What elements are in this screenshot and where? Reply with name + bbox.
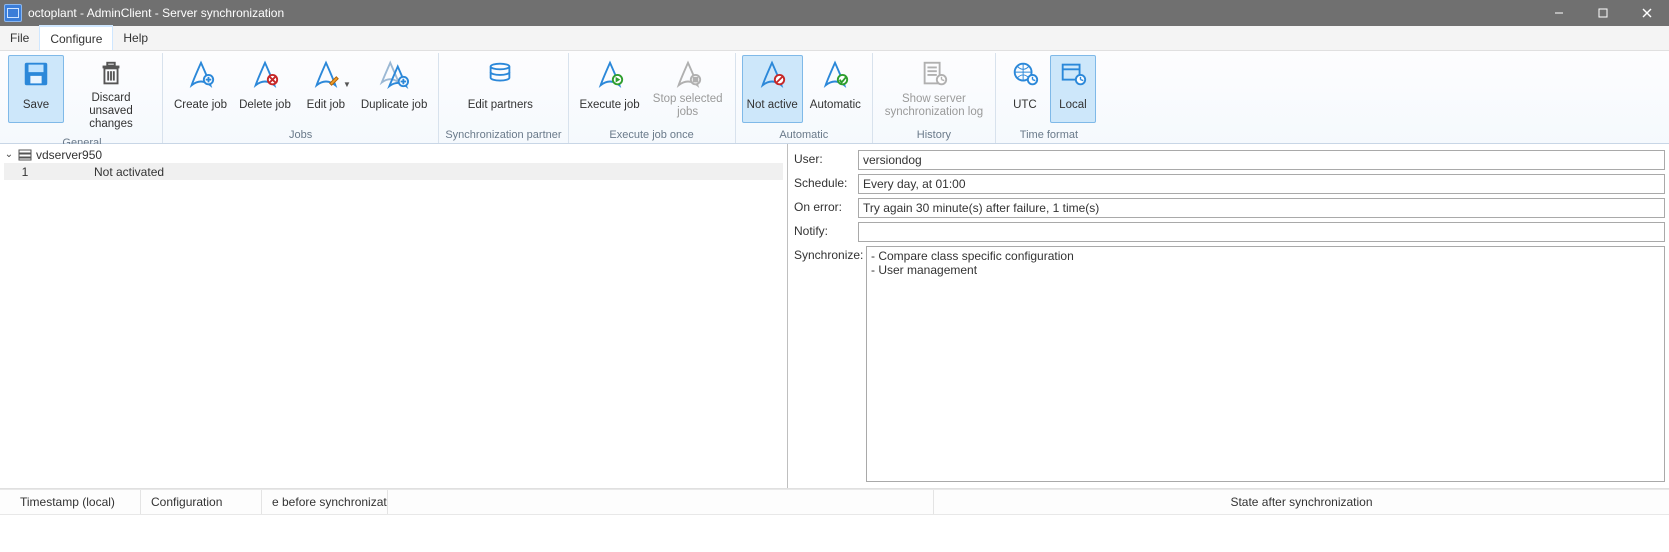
tree-job-row[interactable]: 1 Not activated [4,163,783,180]
discard-button[interactable]: Discard unsaved changes [66,55,156,135]
execute-job-label: Execute job [580,92,640,120]
app-icon [4,4,22,22]
edit-partners-label: Edit partners [468,92,533,120]
window-title: octoplant - AdminClient - Server synchro… [28,6,284,20]
results-grid-body[interactable] [0,515,1669,552]
automatic-button[interactable]: Automatic [805,55,866,123]
show-log-label: Show server synchronization log [884,92,984,120]
col-configuration[interactable]: Configuration [141,490,262,514]
label-onerror: On error: [794,198,858,218]
chevron-down-icon: ▼ [343,80,351,89]
save-label: Save [23,92,49,120]
group-label-jobs: Jobs [169,127,432,143]
ribbon-group-timeformat: UTC Local Time format [996,53,1102,143]
menu-configure[interactable]: Configure [39,25,113,50]
globe-clock-icon [1008,58,1042,90]
automatic-label: Automatic [810,92,861,120]
utc-button[interactable]: UTC [1002,55,1048,123]
delete-job-icon [248,58,282,90]
execute-job-icon [593,58,627,90]
col-timestamp[interactable]: Timestamp (local) [10,490,141,514]
ribbon-group-general: Save Discard unsaved changes General [2,53,163,143]
utc-label: UTC [1013,92,1037,120]
tree-server-node[interactable]: ⌄ vdserver950 [4,146,783,163]
label-notify: Notify: [794,222,858,242]
stop-jobs-label: Stop selected jobs [652,92,724,120]
col-state-after[interactable]: State after synchronization [934,490,1669,514]
group-label-execute: Execute job once [575,127,729,143]
menu-file[interactable]: File [0,26,39,50]
log-icon [917,58,951,90]
local-button[interactable]: Local [1050,55,1096,123]
close-icon [1642,8,1652,18]
discard-label: Discard unsaved changes [71,92,151,132]
not-active-label: Not active [747,92,798,120]
group-label-history: History [879,127,989,143]
create-job-label: Create job [174,92,227,120]
edit-partners-button[interactable]: Edit partners [445,55,555,123]
edit-job-button[interactable]: Edit job ▼ [298,55,354,123]
col-state-before[interactable]: e before synchronizat [262,490,388,514]
duplicate-job-label: Duplicate job [361,92,427,120]
ribbon-group-jobs: Create job Delete job Edit job ▼ Duplic [163,53,439,143]
calendar-clock-icon [1056,58,1090,90]
execute-job-button[interactable]: Execute job [575,55,645,123]
label-synchronize: Synchronize: [794,246,866,482]
ribbon-group-partner: Edit partners Synchronization partner [439,53,568,143]
group-label-partner: Synchronization partner [445,127,561,143]
not-active-button[interactable]: Not active [742,55,803,123]
minimize-icon [1554,8,1564,18]
job-detail-pane: User: versiondog Schedule: Every day, at… [788,144,1669,488]
value-user[interactable]: versiondog [858,150,1665,170]
value-synchronize[interactable]: - Compare class specific configuration -… [866,246,1665,482]
job-tree-pane[interactable]: ⌄ vdserver950 1 Not activated [0,144,788,488]
group-label-automatic: Automatic [742,127,866,143]
create-job-icon [184,58,218,90]
group-label-timeformat: Time format [1002,127,1096,143]
duplicate-job-icon [377,58,411,90]
server-icon [18,149,32,161]
automatic-icon [818,58,852,90]
ribbon: Save Discard unsaved changes General Cre… [0,51,1669,144]
duplicate-job-button[interactable]: Duplicate job [356,55,432,123]
window-close-button[interactable] [1625,0,1669,26]
stop-jobs-button: Stop selected jobs [647,55,729,123]
title-bar: octoplant - AdminClient - Server synchro… [0,0,1669,26]
menu-bar: File Configure Help [0,26,1669,51]
tree-server-label: vdserver950 [36,148,102,162]
results-grid-header: Timestamp (local) Configuration e before… [0,489,1669,515]
save-icon [19,58,53,90]
value-notify[interactable] [858,222,1665,242]
delete-job-label: Delete job [239,92,291,120]
show-log-button: Show server synchronization log [879,55,989,123]
edit-job-icon [309,58,343,90]
local-label: Local [1059,92,1087,120]
tree-job-index: 1 [4,165,46,179]
body: ⌄ vdserver950 1 Not activated User: vers… [0,144,1669,489]
not-active-icon [755,58,789,90]
trash-icon [94,58,128,90]
window-maximize-button[interactable] [1581,0,1625,26]
ribbon-group-history: Show server synchronization log History [873,53,996,143]
col-gap [388,490,934,514]
window-minimize-button[interactable] [1537,0,1581,26]
edit-job-label: Edit job [307,92,345,120]
value-schedule[interactable]: Every day, at 01:00 [858,174,1665,194]
label-user: User: [794,150,858,170]
maximize-icon [1598,8,1608,18]
ribbon-group-execute: Execute job Stop selected jobs Execute j… [569,53,736,143]
delete-job-button[interactable]: Delete job [234,55,296,123]
ribbon-group-automatic: Not active Automatic Automatic [736,53,873,143]
tree-job-status: Not activated [46,165,164,179]
value-onerror[interactable]: Try again 30 minute(s) after failure, 1 … [858,198,1665,218]
label-schedule: Schedule: [794,174,858,194]
servers-icon [483,58,517,90]
chevron-down-icon: ⌄ [4,149,14,160]
menu-help[interactable]: Help [113,26,158,50]
stop-jobs-icon [671,58,705,90]
create-job-button[interactable]: Create job [169,55,232,123]
save-button[interactable]: Save [8,55,64,123]
